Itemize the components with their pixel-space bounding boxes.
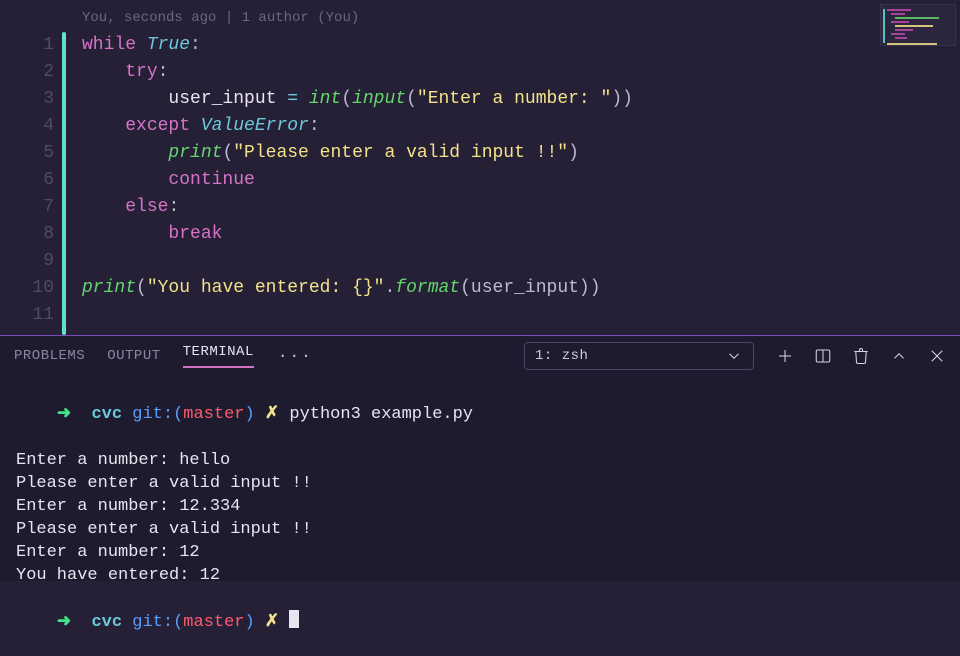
terminal-output-line: Please enter a valid input !! <box>16 472 944 495</box>
prompt-branch: master <box>183 613 244 632</box>
code-line[interactable]: break <box>82 221 960 248</box>
prompt-cwd: cvc <box>91 405 122 424</box>
chevron-up-icon[interactable] <box>890 347 908 365</box>
terminal-body[interactable]: ➜ cvc git:(master) ✗ python3 example.py … <box>0 376 960 581</box>
line-number: 2 <box>0 59 60 86</box>
terminal-output-line: Enter a number: 12 <box>16 541 944 564</box>
code-line[interactable] <box>82 248 960 275</box>
panel-separator[interactable] <box>0 335 960 336</box>
minimap[interactable] <box>880 4 956 46</box>
split-terminal-icon[interactable] <box>814 347 832 365</box>
chevron-down-icon <box>725 347 743 365</box>
terminal-output-line: Please enter a valid input !! <box>16 518 944 541</box>
trash-icon[interactable] <box>852 347 870 365</box>
code-line[interactable]: except ValueError: <box>82 113 960 140</box>
terminal-output-line: You have entered: 12 <box>16 564 944 587</box>
panel-tab-output[interactable]: OUTPUT <box>107 348 160 364</box>
prompt-arrow-icon: ➜ <box>57 613 71 632</box>
editor-pane[interactable]: 1234567891011 You, seconds ago | 1 autho… <box>0 0 960 335</box>
code-line[interactable]: user_input = int(input("Enter a number: … <box>82 86 960 113</box>
code-line[interactable] <box>82 302 960 329</box>
prompt-command: python3 example.py <box>289 405 473 424</box>
terminal-output-line: Enter a number: 12.334 <box>16 495 944 518</box>
line-number: 10 <box>0 275 60 302</box>
terminal-cursor <box>289 610 299 628</box>
prompt-branch: master <box>183 405 244 424</box>
line-number: 6 <box>0 167 60 194</box>
panel-header: PROBLEMS OUTPUT TERMINAL ··· 1: zsh <box>0 336 960 376</box>
terminal-output-line: Enter a number: hello <box>16 449 944 472</box>
new-terminal-icon[interactable] <box>776 347 794 365</box>
prompt-dirty-icon: ✗ <box>265 405 279 424</box>
line-number: 8 <box>0 221 60 248</box>
gitlens-annotation: You, seconds ago | 1 author (You) <box>66 4 960 32</box>
line-number: 4 <box>0 113 60 140</box>
prompt-line: ➜ cvc git:(master) ✗ <box>16 587 944 656</box>
panel-tab-problems[interactable]: PROBLEMS <box>14 348 85 364</box>
line-number: 7 <box>0 194 60 221</box>
prompt-dirty-icon: ✗ <box>265 613 279 632</box>
code-area[interactable]: while True: try: user_input = int(input(… <box>66 32 960 329</box>
line-number-gutter: 1234567891011 <box>0 0 60 335</box>
code-line[interactable]: try: <box>82 59 960 86</box>
panel-tab-terminal[interactable]: TERMINAL <box>183 344 254 368</box>
panel-actions <box>776 347 946 365</box>
line-number: 11 <box>0 302 60 329</box>
prompt-arrow-icon: ➜ <box>57 405 71 424</box>
prompt-cwd: cvc <box>91 613 122 632</box>
terminal-picker[interactable]: 1: zsh <box>524 342 754 370</box>
prompt-git-label: git: <box>132 405 173 424</box>
code-line[interactable]: continue <box>82 167 960 194</box>
line-number: 9 <box>0 248 60 275</box>
line-number: 5 <box>0 140 60 167</box>
prompt-line: ➜ cvc git:(master) ✗ python3 example.py <box>16 380 944 449</box>
code-line[interactable]: while True: <box>82 32 960 59</box>
prompt-git-label: git: <box>132 613 173 632</box>
line-number: 1 <box>0 32 60 59</box>
terminal-picker-label: 1: zsh <box>535 348 588 364</box>
line-number: 3 <box>0 86 60 113</box>
code-line[interactable]: else: <box>82 194 960 221</box>
panel-more-icon[interactable]: ··· <box>278 347 313 365</box>
code-line[interactable]: print("Please enter a valid input !!") <box>82 140 960 167</box>
code-line[interactable]: print("You have entered: {}".format(user… <box>82 275 960 302</box>
close-icon[interactable] <box>928 347 946 365</box>
